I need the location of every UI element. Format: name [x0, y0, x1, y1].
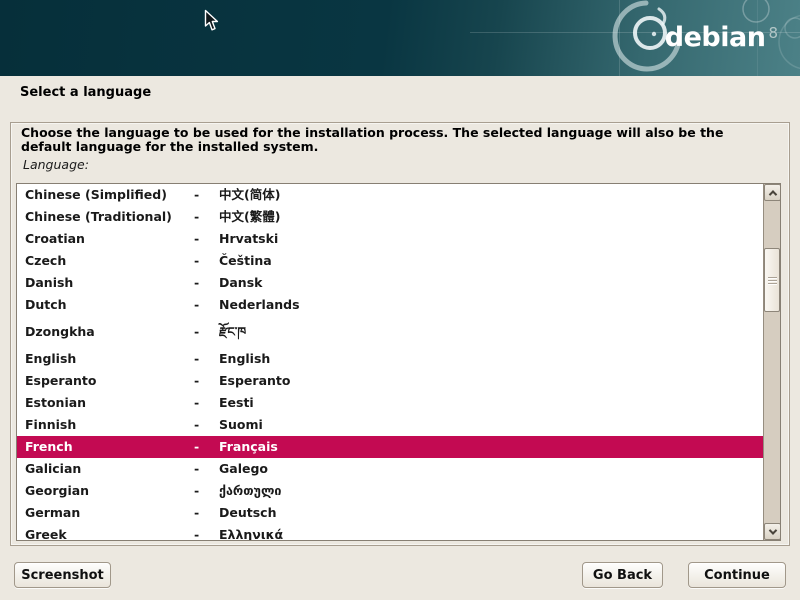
go-back-button[interactable]: Go Back — [582, 562, 663, 588]
separator: - — [194, 316, 199, 348]
language-native-name: Suomi — [219, 414, 263, 436]
language-option-esperanto[interactable]: Esperanto-Esperanto — [17, 370, 763, 392]
brand-wordmark: debian8 — [665, 20, 778, 51]
language-native-name: Français — [219, 436, 278, 458]
language-name: Estonian — [25, 392, 86, 414]
language-native-name: Deutsch — [219, 502, 276, 524]
brand-name: debian — [665, 22, 766, 53]
language-native-name: Galego — [219, 458, 268, 480]
mouse-cursor — [204, 9, 220, 32]
language-name: Chinese (Simplified) — [25, 184, 167, 206]
screenshot-button[interactable]: Screenshot — [14, 562, 111, 588]
language-native-name: 中文(简体) — [219, 184, 280, 206]
separator: - — [194, 294, 199, 316]
language-option-finnish[interactable]: Finnish -Suomi — [17, 414, 763, 436]
language-name: Danish — [25, 272, 73, 294]
scroll-up-button[interactable] — [764, 184, 781, 201]
language-native-name: Hrvatski — [219, 228, 278, 250]
continue-button[interactable]: Continue — [688, 562, 786, 588]
language-name: German — [25, 502, 80, 524]
scroll-down-button[interactable] — [764, 523, 781, 540]
language-option-english[interactable]: English-English — [17, 348, 763, 370]
separator: - — [194, 458, 199, 480]
brand-version: 8 — [768, 24, 778, 42]
language-name: Greek — [25, 524, 67, 540]
separator: - — [194, 272, 199, 294]
language-name: French — [25, 436, 73, 458]
language-name: English — [25, 348, 76, 370]
language-name: Czech — [25, 250, 66, 272]
language-name: Finnish — [25, 414, 76, 436]
language-option-chinese-simplified[interactable]: Chinese (Simplified) -中文(简体) — [17, 184, 763, 206]
language-name: Galician — [25, 458, 81, 480]
separator: - — [194, 392, 199, 414]
content-frame: Choose the language to be used for the i… — [10, 122, 790, 546]
language-native-name: Nederlands — [219, 294, 300, 316]
language-name: Croatian — [25, 228, 85, 250]
page-title: Select a language — [20, 85, 151, 100]
separator: - — [194, 502, 199, 524]
language-option-croatian[interactable]: Croatian -Hrvatski — [17, 228, 763, 250]
language-native-name: རྫོང་ཁ — [219, 316, 246, 348]
language-rows: Chinese (Simplified)-中文(简体)Chinese (Trad… — [17, 184, 763, 540]
banner: debian8 — [0, 0, 800, 76]
language-native-name: Ελληνικά — [219, 524, 283, 540]
chevron-up-icon — [768, 190, 776, 198]
separator: - — [194, 228, 199, 250]
language-name: Esperanto — [25, 370, 96, 392]
language-native-name: Dansk — [219, 272, 262, 294]
separator: - — [194, 524, 199, 540]
language-native-name: Čeština — [219, 250, 272, 272]
separator: - — [194, 436, 199, 458]
language-option-german[interactable]: German -Deutsch — [17, 502, 763, 524]
vertical-scrollbar[interactable] — [763, 184, 780, 540]
language-option-chinese-traditional[interactable]: Chinese (Traditional)-中文(繁體) — [17, 206, 763, 228]
language-option-dutch[interactable]: Dutch -Nederlands — [17, 294, 763, 316]
language-name: Dzongkha — [25, 316, 95, 348]
language-option-greek[interactable]: Greek - Ελληνικά — [17, 524, 763, 540]
grip-icon — [768, 277, 777, 285]
language-option-galician[interactable]: Galician -Galego — [17, 458, 763, 480]
language-option-danish[interactable]: Danish -Dansk — [17, 272, 763, 294]
language-native-name: Eesti — [219, 392, 254, 414]
language-option-georgian[interactable]: Georgian -ქართული — [17, 480, 763, 502]
language-native-name: 中文(繁體) — [219, 206, 280, 228]
separator: - — [194, 184, 199, 206]
language-field-label: Language: — [23, 157, 89, 172]
language-option-french[interactable]: French -Français — [17, 436, 763, 458]
language-native-name: ქართული — [219, 480, 281, 502]
language-listbox[interactable]: Chinese (Simplified)-中文(简体)Chinese (Trad… — [16, 183, 781, 541]
language-native-name: Esperanto — [219, 370, 290, 392]
separator: - — [194, 414, 199, 436]
separator: - — [194, 370, 199, 392]
language-name: Chinese (Traditional) — [25, 206, 172, 228]
separator: - — [194, 480, 199, 502]
language-option-estonian[interactable]: Estonian -Eesti — [17, 392, 763, 414]
separator: - — [194, 206, 199, 228]
chevron-down-icon — [768, 526, 776, 534]
instruction-text: Choose the language to be used for the i… — [21, 126, 778, 153]
language-native-name: English — [219, 348, 270, 370]
language-name: Georgian — [25, 480, 89, 502]
language-name: Dutch — [25, 294, 67, 316]
language-option-czech[interactable]: Czech -Čeština — [17, 250, 763, 272]
language-option-dzongkha[interactable]: Dzongkha -རྫོང་ཁ — [17, 316, 763, 348]
separator: - — [194, 348, 199, 370]
separator: - — [194, 250, 199, 272]
scrollbar-thumb[interactable] — [764, 248, 780, 312]
